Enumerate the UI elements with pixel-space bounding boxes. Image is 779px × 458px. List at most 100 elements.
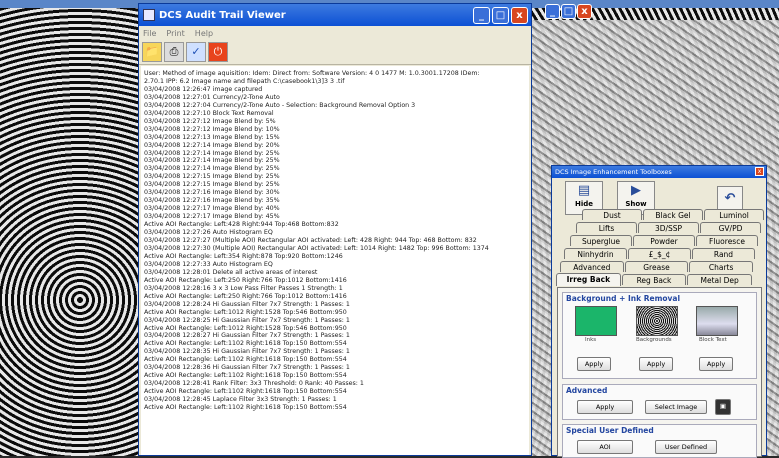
back-window-close-button[interactable]: x [577, 4, 592, 19]
select-image-button[interactable]: Select Image [645, 400, 707, 414]
log-line: 03/04/2008 12:27:15 Image Blend by: 25% [144, 181, 280, 189]
tab-reg-back[interactable]: Reg Back [621, 274, 687, 285]
log-line: 03/04/2008 12:27:14 Image Blend by: 25% [144, 157, 280, 165]
log-line: Active AOI Rectangle: Left:428 Right:944… [144, 221, 339, 229]
log-line: 2.70.1 IPP: 6.2 Image name and filepath … [144, 77, 345, 85]
tab-advanced[interactable]: Advanced [560, 261, 624, 272]
log-line: 03/04/2008 12:27:17 Image Blend by: 40% [144, 205, 280, 213]
log-line: Active AOI Rectangle: Left:1012 Right:15… [144, 308, 347, 316]
log-line: 03/04/2008 12:27:01 Currency/2-Tone Auto [144, 93, 280, 101]
log-line: Active AOI Rectangle: Left:1102 Right:16… [144, 356, 347, 364]
tab-ninhydrin[interactable]: Ninhydrin [564, 248, 627, 259]
aoi-button[interactable]: AOI [577, 440, 633, 454]
tab-lifts[interactable]: Lifts [576, 222, 637, 233]
tab-rand[interactable]: Rand [692, 248, 755, 259]
tab-[interactable]: £_$_¢ [628, 248, 691, 259]
show-icon: ▶ [631, 183, 641, 198]
app-icon [143, 9, 155, 21]
tab-charts[interactable]: Charts [689, 261, 753, 272]
tab-luminol[interactable]: Luminol [704, 209, 764, 220]
log-line: 03/04/2008 12:27:14 Image Blend by: 20% [144, 141, 280, 149]
advanced-title: Advanced [566, 386, 608, 395]
log-line: 03/04/2008 12:28:36 Hi Gaussian Filter 7… [144, 364, 350, 372]
log-line: 03/04/2008 12:27:14 Image Blend by: 25% [144, 165, 280, 173]
log-line: 03/04/2008 12:27:27 (Multiple AOI) Recta… [144, 237, 477, 245]
special-user-defined-title: Special User Defined [566, 426, 654, 435]
log-line: 03/04/2008 12:27:12 Image Blend by: 5% [144, 117, 276, 125]
toolbox-close-button[interactable]: x [755, 167, 764, 176]
log-line: 03/04/2008 12:27:12 Image Blend by: 10% [144, 125, 280, 133]
tab-fluoresce[interactable]: Fluoresce [696, 235, 758, 246]
bg-ink-removal-title: Background + Ink Removal [566, 294, 681, 303]
log-line: 03/04/2008 12:27:15 Image Blend by: 25% [144, 173, 280, 181]
audit-log-text[interactable]: User: Method of image aquisition: Idem: … [141, 66, 529, 455]
log-line: 03/04/2008 12:27:04 Currency/2-Tone Auto… [144, 101, 416, 109]
tab-3d-ssp[interactable]: 3D/SSP [638, 222, 699, 233]
bg-ink-removal-group: Background + Ink Removal Inks Background… [562, 292, 757, 379]
open-folder-icon[interactable]: 📁 [142, 42, 162, 62]
backgrounds-thumbnail[interactable] [636, 306, 678, 336]
print-icon[interactable]: ⎙ [164, 42, 184, 62]
menu-help[interactable]: Help [195, 29, 213, 38]
tab-dust[interactable]: Dust [582, 209, 642, 220]
tab-powder[interactable]: Powder [633, 235, 695, 246]
block-text-apply-button[interactable]: Apply [699, 357, 733, 371]
special-user-defined-group: Special User Defined AOI User Defined [562, 424, 757, 458]
log-line: 03/04/2008 12:28:27 Hi Gaussian Filter 7… [144, 332, 350, 340]
close-button[interactable]: x [511, 6, 528, 24]
audit-window-title: DCS Audit Trail Viewer [159, 9, 286, 21]
log-line: Active AOI Rectangle: Left:1102 Right:16… [144, 372, 347, 380]
log-line: 03/04/2008 12:28:41 Rank Filter: 3x3 Thr… [144, 380, 364, 388]
log-line: 03/04/2008 12:28:45 Laplace Filter 3x3 S… [144, 396, 337, 404]
log-line: 03/04/2008 12:28:01 Delete all active ar… [144, 268, 318, 276]
log-line: Active AOI Rectangle: Left:1102 Right:16… [144, 388, 347, 396]
inks-label: Inks [585, 337, 597, 343]
back-window-maximize-button[interactable]: □ [561, 4, 576, 19]
log-line: 03/04/2008 12:28:24 Hi Gaussian Filter 7… [144, 300, 350, 308]
log-line: 03/04/2008 12:27:30 (Multiple AOI) Recta… [144, 244, 489, 252]
log-line: Active AOI Rectangle: Left:250 Right:766… [144, 292, 347, 300]
log-line: 03/04/2008 12:27:16 Image Blend by: 35% [144, 197, 280, 205]
log-line: Active AOI Rectangle: Left:1012 Right:15… [144, 324, 347, 332]
backgrounds-label: Backgrounds [636, 337, 672, 343]
exit-icon[interactable]: ⏻ [208, 42, 228, 62]
log-line: 03/04/2008 12:26:47 image captured [144, 85, 263, 93]
tab-gv-pd[interactable]: GV/PD [700, 222, 761, 233]
toolbox-window: DCS Image Enhancement Toolboxes x ▤ Hide… [551, 165, 767, 458]
tab-irreg-back[interactable]: Irreg Back [556, 273, 621, 286]
help-icon[interactable]: ✓ [186, 42, 206, 62]
audit-title-bar[interactable]: DCS Audit Trail Viewer _ □ x [139, 4, 531, 26]
tab-grease[interactable]: Grease [624, 261, 689, 272]
log-line: 03/04/2008 12:28:16 3 x 3 Low Pass Filte… [144, 284, 343, 292]
advanced-apply-button[interactable]: Apply [577, 400, 633, 414]
inks-apply-button[interactable]: Apply [577, 357, 611, 371]
log-line: 03/04/2008 12:28:35 Hi Gaussian Filter 7… [144, 348, 350, 356]
log-line: 03/04/2008 12:27:17 Image Blend by: 45% [144, 213, 280, 221]
tab-superglue[interactable]: Superglue [570, 235, 632, 246]
advanced-group: Advanced Apply Select Image ▣ [562, 384, 757, 420]
toolbox-title-bar[interactable]: DCS Image Enhancement Toolboxes x [552, 166, 766, 178]
log-line: Active AOI Rectangle: Left:250 Right:766… [144, 276, 347, 284]
log-line: 03/04/2008 12:27:16 Image Blend by: 30% [144, 189, 280, 197]
block-text-label: Block Text [699, 337, 727, 343]
maximize-button[interactable]: □ [492, 6, 509, 24]
back-window-minimize-button[interactable]: _ [545, 4, 560, 19]
block-text-thumbnail[interactable] [696, 306, 738, 336]
minimize-button[interactable]: _ [473, 6, 490, 24]
inks-thumbnail[interactable] [575, 306, 617, 336]
log-line: Active AOI Rectangle: Left:1102 Right:16… [144, 404, 347, 412]
tab-metal-dep[interactable]: Metal Dep [687, 274, 752, 285]
log-line: User: Method of image aquisition: Idem: … [144, 70, 480, 77]
toolbox-title: DCS Image Enhancement Toolboxes [555, 168, 672, 176]
audit-toolbar: 📁 ⎙ ✓ ⏻ [139, 40, 531, 65]
log-line: 03/04/2008 12:27:13 Image Blend by: 15% [144, 133, 280, 141]
show-label: Show [625, 200, 647, 208]
tab-black-gel[interactable]: Black Gel [643, 209, 703, 220]
backgrounds-apply-button[interactable]: Apply [639, 357, 673, 371]
save-icon[interactable]: ▣ [715, 399, 731, 415]
menu-print[interactable]: Print [166, 29, 184, 38]
hide-icon: ▤ [577, 183, 591, 198]
user-defined-button[interactable]: User Defined [655, 440, 717, 454]
hide-label: Hide [574, 200, 594, 208]
menu-file[interactable]: File [143, 29, 156, 38]
